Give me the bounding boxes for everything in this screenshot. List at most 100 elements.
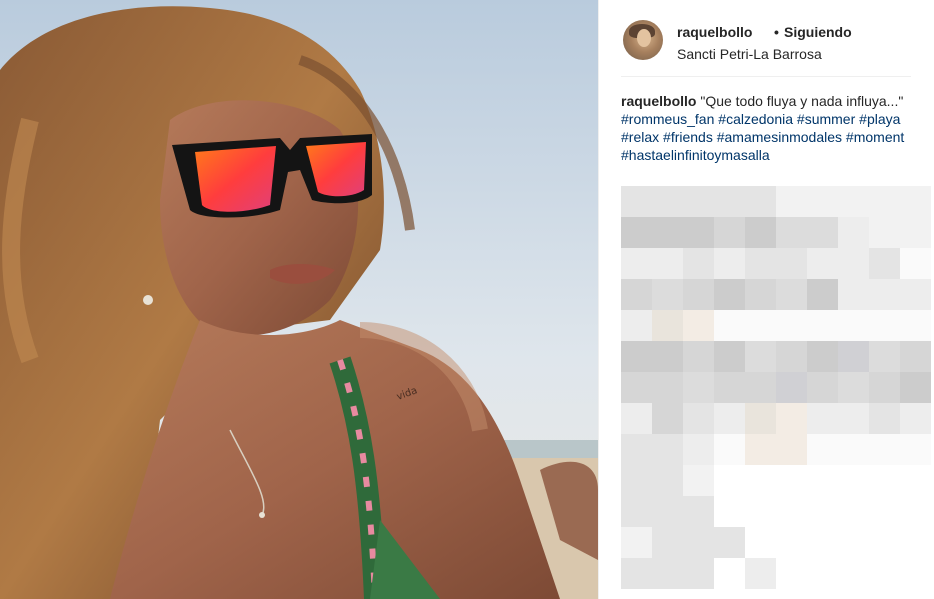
blur-tile (807, 310, 838, 341)
blur-tile (807, 279, 838, 310)
blur-tile (776, 434, 807, 465)
hashtag-link[interactable]: #friends (663, 129, 713, 145)
blur-tile (683, 465, 714, 496)
blur-tile (714, 434, 745, 465)
post-header: raquelbollo • Siguiendo Sancti Petri-La … (621, 18, 911, 77)
blur-tile (652, 310, 683, 341)
blur-tile (652, 217, 683, 248)
blur-tile (807, 434, 838, 465)
blur-tile (621, 217, 652, 248)
post-location[interactable]: Sancti Petri-La Barrosa (677, 46, 822, 62)
blur-tile (683, 310, 714, 341)
blur-tile (652, 527, 683, 558)
blur-tile (776, 279, 807, 310)
blur-tile (683, 186, 714, 217)
blur-tile (621, 372, 652, 403)
blur-tile (621, 248, 652, 279)
caption-text-1: "Que todo fluya y nada (700, 93, 843, 109)
blur-tile (683, 248, 714, 279)
caption-username[interactable]: raquelbollo (621, 93, 696, 109)
blur-tile (745, 558, 776, 589)
blur-tile (900, 248, 931, 279)
blur-tile (900, 403, 931, 434)
blur-tile (807, 372, 838, 403)
blur-tile (714, 403, 745, 434)
caption-text-2: influya..." (846, 93, 904, 109)
blur-tile (683, 496, 714, 527)
blur-tile (776, 217, 807, 248)
blur-tile (745, 279, 776, 310)
post-side-panel: raquelbollo • Siguiendo Sancti Petri-La … (598, 0, 934, 599)
blur-tile (776, 341, 807, 372)
blur-tile (714, 341, 745, 372)
blur-tile (652, 496, 683, 527)
blur-tile (652, 403, 683, 434)
blur-tile (683, 372, 714, 403)
blur-tile (621, 279, 652, 310)
blur-tile (745, 403, 776, 434)
blur-tile (621, 186, 652, 217)
blur-tile (776, 248, 807, 279)
blur-tile (900, 279, 931, 310)
post-photo[interactable]: vida (0, 0, 598, 599)
photo-illustration: vida (0, 0, 598, 599)
hashtag-link[interactable]: #rommeus_fan (621, 111, 714, 127)
blur-tile (776, 310, 807, 341)
blur-tile (838, 372, 869, 403)
post-username[interactable]: raquelbollo (677, 24, 752, 40)
blur-tile (621, 403, 652, 434)
blur-tile (652, 279, 683, 310)
hashtag-link[interactable]: #amamesinmodales (717, 129, 842, 145)
blur-tile (807, 403, 838, 434)
blur-tile (807, 248, 838, 279)
blur-tile (621, 496, 652, 527)
blur-tile (745, 434, 776, 465)
blur-tile (900, 186, 931, 217)
blur-tile (745, 372, 776, 403)
blur-tile (838, 248, 869, 279)
following-button[interactable]: Siguiendo (784, 24, 852, 40)
blur-tile (869, 434, 900, 465)
blur-tile (869, 279, 900, 310)
blur-tile (776, 372, 807, 403)
hashtag-link[interactable]: #summer (797, 111, 855, 127)
blur-tile (652, 372, 683, 403)
blur-tile (745, 248, 776, 279)
hashtag-link[interactable]: #playa (859, 111, 900, 127)
blur-tile (621, 341, 652, 372)
blur-tile (900, 372, 931, 403)
blur-tile (683, 434, 714, 465)
hashtag-link[interactable]: #moment (846, 129, 904, 145)
blur-tile (838, 310, 869, 341)
hashtag-link[interactable]: #relax (621, 129, 659, 145)
blur-tile (683, 341, 714, 372)
blur-tile (621, 434, 652, 465)
hashtag-link[interactable]: #hastaelinfinitoymasalla (621, 147, 770, 163)
blur-tile (900, 310, 931, 341)
blur-tile (714, 248, 745, 279)
blur-tile (869, 217, 900, 248)
blur-tile (838, 341, 869, 372)
blur-tile (869, 248, 900, 279)
blur-tile (838, 279, 869, 310)
blur-tile (869, 310, 900, 341)
blur-tile (838, 434, 869, 465)
blur-tile (621, 558, 652, 589)
blur-tile (776, 186, 807, 217)
blur-tile (869, 341, 900, 372)
hashtag-link[interactable]: #calzedonia (718, 111, 793, 127)
blur-tile (900, 434, 931, 465)
blur-tile (683, 403, 714, 434)
profile-avatar-icon[interactable] (623, 20, 663, 60)
blur-tile (714, 279, 745, 310)
blur-tile (900, 341, 931, 372)
blur-tile (621, 310, 652, 341)
blur-tile (838, 217, 869, 248)
separator-dot: • (774, 24, 779, 40)
blur-tile (714, 310, 745, 341)
blur-tile (869, 403, 900, 434)
blur-tile (714, 186, 745, 217)
blur-tile (807, 186, 838, 217)
blur-tile (838, 403, 869, 434)
blur-tile (652, 434, 683, 465)
